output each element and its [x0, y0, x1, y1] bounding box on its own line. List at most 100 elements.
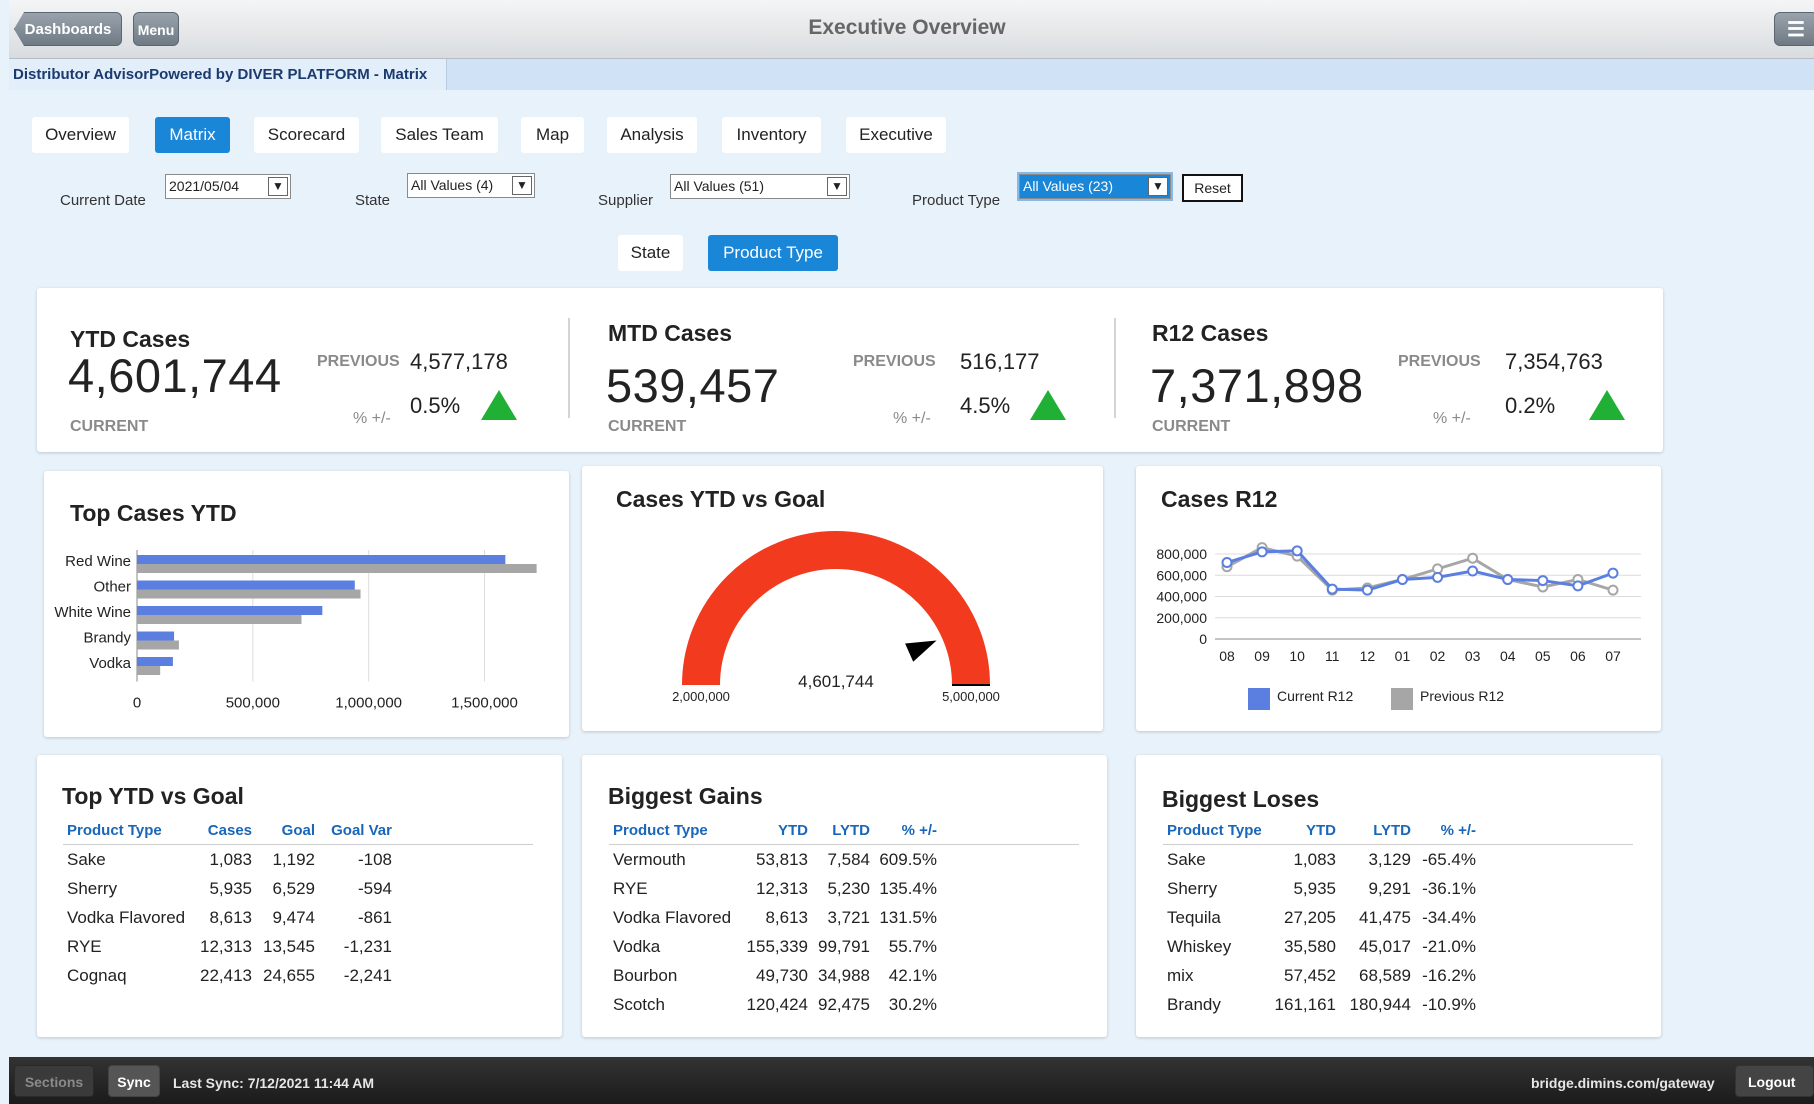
supplier-select[interactable]: All Values (51) ▼	[670, 174, 850, 199]
table-header: YTD	[1306, 822, 1336, 839]
tab-map[interactable]: Map	[521, 117, 584, 153]
x-tick-label: 08	[1219, 648, 1235, 664]
table-cell: 57,452	[1284, 966, 1336, 985]
ytd-previous-value: 4,577,178	[410, 349, 508, 374]
table-header: Product Type	[1167, 822, 1262, 839]
toggle-state[interactable]: State	[618, 235, 683, 271]
table-cell: 3,129	[1368, 850, 1411, 869]
ytd-previous-label: PREVIOUS	[317, 353, 400, 370]
x-tick-label: 06	[1570, 648, 1586, 664]
table-cell: -108	[357, 850, 392, 869]
last-sync-text: Last Sync: 7/12/2021 11:44 AM	[173, 1075, 375, 1091]
data-point	[1502, 574, 1514, 585]
table-cell: 1,083	[1293, 850, 1336, 869]
tab-matrix[interactable]: Matrix	[155, 117, 230, 153]
data-point	[1326, 583, 1338, 595]
top-cases-bar-chart: 0 500,000 1,000,000 1,500,000 Red Wine Other W…	[54, 550, 537, 711]
r12-previous-label: PREVIOUS	[1398, 353, 1481, 370]
bar	[137, 580, 355, 590]
trend-up-icon	[481, 390, 517, 420]
table-cell: -10.9%	[1422, 995, 1476, 1014]
table-cell: 9,474	[272, 908, 315, 927]
trend-up-icon	[1589, 390, 1625, 420]
hamburger-menu-button[interactable]: ☰	[1774, 12, 1814, 46]
x-tick-label: 01	[1395, 648, 1411, 664]
table-cell: -2,241	[343, 966, 392, 985]
data-point	[1537, 575, 1549, 587]
table-cell: 1,192	[272, 850, 315, 869]
legend-swatch	[1248, 688, 1270, 710]
table-row-label: Brandy	[1167, 995, 1221, 1014]
table-cell: 13,545	[263, 937, 315, 956]
current-date-select[interactable]: 2021/05/04 ▼	[165, 174, 291, 199]
data-point	[1361, 584, 1373, 596]
table-cell: 5,935	[209, 879, 252, 898]
table-header: Product Type	[613, 822, 708, 839]
table-cell: 12,313	[200, 937, 252, 956]
gauge-min-label: 2,000,000	[672, 689, 730, 704]
mtd-previous-value: 516,177	[960, 349, 1040, 374]
tab-sales-team[interactable]: Sales Team	[381, 117, 498, 153]
bar	[137, 666, 161, 675]
ytd-current-label: CURRENT	[70, 418, 149, 435]
x-tick-label: 07	[1605, 648, 1621, 664]
table-row-label: Vodka Flavored	[67, 908, 186, 927]
table-row-label: Bourbon	[613, 966, 678, 985]
state-select[interactable]: All Values (4) ▼	[407, 173, 535, 198]
logout-button[interactable]: Logout	[1735, 1065, 1814, 1097]
table-row-label: Cognaq	[67, 966, 127, 985]
table-header-divider	[609, 844, 1079, 845]
trend-up-icon	[1030, 390, 1066, 420]
product-type-value: All Values (23)	[1023, 178, 1114, 194]
x-tick-label: 1,000,000	[335, 695, 402, 711]
table-cell: 99,791	[818, 937, 870, 956]
kpi-divider	[1114, 318, 1116, 418]
bar	[137, 564, 537, 573]
table-row-label: Vodka	[613, 937, 661, 956]
table-cell: 49,730	[756, 966, 808, 985]
product-type-select[interactable]: All Values (23) ▼	[1017, 172, 1173, 201]
data-point	[1467, 565, 1479, 577]
chevron-down-icon: ▼	[1148, 177, 1168, 196]
tab-analysis[interactable]: Analysis	[607, 117, 697, 153]
data-point	[1607, 567, 1619, 579]
app-title: Executive Overview	[808, 16, 1006, 39]
y-tick-label: 600,000	[1156, 567, 1207, 583]
table-row-label: Sherry	[1167, 879, 1218, 898]
tab-inventory[interactable]: Inventory	[722, 117, 821, 153]
tab-scorecard[interactable]: Scorecard	[254, 117, 359, 153]
tab-overview[interactable]: Overview	[32, 117, 129, 153]
tab-executive[interactable]: Executive	[846, 117, 946, 153]
r12-current-label: CURRENT	[1152, 418, 1231, 435]
data-point	[1221, 557, 1233, 568]
sections-button[interactable]: Sections	[14, 1065, 94, 1097]
reset-button[interactable]: Reset	[1182, 174, 1243, 202]
r12-previous-value: 7,354,763	[1505, 349, 1603, 374]
r12-pct-label: % +/-	[1433, 410, 1471, 427]
table-cell: -21.0%	[1422, 937, 1476, 956]
table-cell: -16.2%	[1422, 966, 1476, 985]
table-cell: 55.7%	[888, 937, 937, 956]
toggle-product-type[interactable]: Product Type	[708, 235, 838, 271]
data-point	[1607, 584, 1619, 596]
x-tick-label: 02	[1430, 648, 1446, 664]
bar	[137, 615, 302, 624]
gauge-title: Cases YTD vs Goal	[616, 486, 826, 512]
y-tick-label: 400,000	[1156, 589, 1207, 605]
table-header: % +/-	[1440, 822, 1476, 839]
mtd-current-value: 539,457	[606, 359, 780, 412]
table-cell: 24,655	[263, 966, 315, 985]
x-tick-label: 0	[133, 695, 141, 711]
sync-button[interactable]: Sync	[108, 1065, 160, 1097]
table-cell: 22,413	[200, 966, 252, 985]
x-tick-label: 12	[1360, 648, 1376, 664]
table-cell: 7,584	[827, 850, 870, 869]
mtd-previous-label: PREVIOUS	[853, 353, 936, 370]
gauge-value-label: 4,601,744	[798, 672, 874, 691]
gateway-link[interactable]: bridge.dimins.com/gateway	[1531, 1075, 1715, 1091]
table-cell: 8,613	[209, 908, 252, 927]
current-date-label: Current Date	[60, 192, 146, 209]
logout-label: Logout	[1748, 1074, 1796, 1090]
table-header: Product Type	[67, 822, 162, 839]
table-cell: 6,529	[272, 879, 315, 898]
